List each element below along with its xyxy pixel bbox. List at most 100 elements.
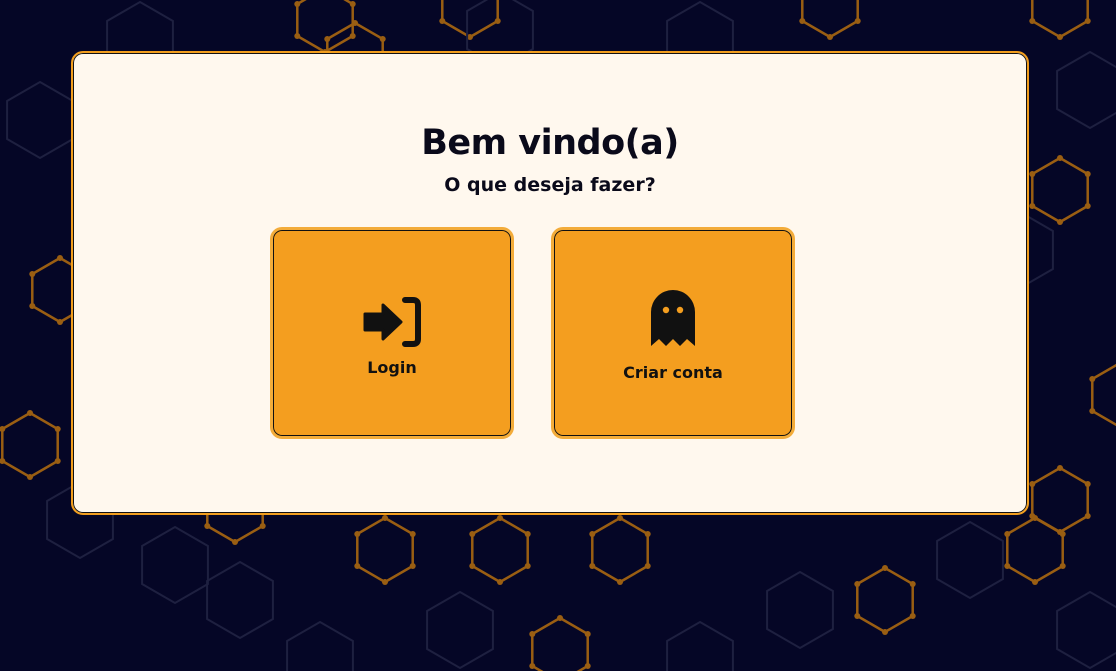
welcome-title: Bem vindo(a) (421, 123, 679, 163)
background-hexagon-node (1032, 515, 1038, 521)
background-hexagon (286, 620, 354, 671)
background-hexagon-node (354, 563, 361, 569)
background-hexagon-node (854, 18, 861, 24)
background-hexagon-node (1032, 579, 1038, 585)
background-hexagon-node (529, 631, 536, 637)
background-hexagon-node (827, 34, 833, 40)
background-hexagon-node (382, 579, 388, 585)
background-hexagon-node (27, 474, 33, 480)
background-hexagon-node (882, 565, 888, 571)
background-hexagon (766, 570, 834, 650)
login-arrow-icon (273, 296, 511, 348)
background-hexagon-node (382, 515, 388, 521)
background-hexagon-node (524, 563, 531, 569)
background-hexagon-node (1084, 513, 1091, 519)
background-hexagon-node (409, 563, 416, 569)
background-hexagon-node (617, 579, 623, 585)
background-hexagon-node (644, 563, 651, 569)
background-hexagon-node (1084, 18, 1091, 24)
background-hexagon (441, 0, 499, 39)
background-hexagon (1056, 50, 1116, 130)
login-label: Login (367, 358, 417, 377)
background-hexagon (1056, 590, 1116, 670)
background-hexagon-node (1084, 481, 1091, 487)
background-hexagon (426, 590, 494, 670)
background-hexagon (666, 620, 734, 671)
create-account-button[interactable]: Criar conta (551, 227, 795, 439)
background-hexagon-node (529, 663, 536, 669)
login-button[interactable]: Login (270, 227, 514, 439)
background-hexagon (1091, 363, 1116, 427)
background-hexagon (1, 411, 59, 479)
background-hexagon-node (409, 531, 416, 537)
background-hexagon-node (29, 303, 36, 309)
background-hexagon-node (204, 523, 211, 529)
background-hexagon-node (54, 458, 61, 464)
background-hexagon-node (1029, 203, 1036, 209)
background-hexagon (296, 0, 354, 54)
background-hexagon-node (57, 255, 63, 261)
background-hexagon-node (909, 613, 916, 619)
background-hexagon-node (1004, 531, 1011, 537)
background-hexagon-node (882, 629, 888, 635)
background-hexagon-node (469, 531, 476, 537)
background-hexagon-node (589, 531, 596, 537)
background-hexagon-node (799, 18, 806, 24)
background-hexagon-node (557, 615, 563, 621)
background-hexagon-node (349, 1, 356, 7)
background-hexagon (591, 516, 649, 584)
background-hexagon-node (524, 531, 531, 537)
background-hexagon-node (1089, 376, 1096, 382)
background-hexagon-node (1029, 18, 1036, 24)
background-hexagon-node (909, 581, 916, 587)
background-hexagon-node (1029, 481, 1036, 487)
background-hexagon (801, 0, 859, 39)
background-hexagon-node (1057, 155, 1063, 161)
background-hexagon-node (354, 531, 361, 537)
background-hexagon (1031, 156, 1089, 224)
background-hexagon-node (1057, 34, 1063, 40)
background-hexagon-node (494, 18, 501, 24)
background-hexagon-node (352, 20, 358, 26)
background-hexagon-node (1057, 219, 1063, 225)
background-hexagon (856, 566, 914, 634)
background-hexagon (206, 560, 274, 640)
background-hexagon-node (1004, 563, 1011, 569)
background-hexagon-node (1059, 563, 1066, 569)
background-hexagon-node (27, 410, 33, 416)
background-hexagon-node (644, 531, 651, 537)
background-hexagon-node (1084, 203, 1091, 209)
background-hexagon (356, 516, 414, 584)
background-hexagon (936, 520, 1004, 600)
background-hexagon (6, 80, 74, 160)
background-hexagon-node (57, 319, 63, 325)
background-hexagon-node (497, 515, 503, 521)
background-hexagon-node (589, 563, 596, 569)
background-hexagon-node (617, 515, 623, 521)
ghost-icon (554, 288, 792, 348)
background-hexagon-node (232, 539, 238, 545)
background-hexagon-node (294, 33, 301, 39)
background-hexagon-node (294, 1, 301, 7)
background-hexagon-node (1059, 531, 1066, 537)
create-account-label: Criar conta (623, 363, 723, 382)
background-hexagon (531, 616, 589, 671)
background-hexagon-node (1029, 171, 1036, 177)
background-hexagon-node (584, 631, 591, 637)
background-hexagon (471, 516, 529, 584)
background-hexagon-node (1084, 171, 1091, 177)
background-hexagon (1031, 0, 1089, 39)
welcome-card: Bem vindo(a) O que deseja fazer? Login C… (71, 51, 1029, 515)
background-hexagon-node (54, 426, 61, 432)
background-hexagon-node (497, 579, 503, 585)
background-hexagon-node (349, 33, 356, 39)
background-hexagon-node (469, 563, 476, 569)
background-hexagon-node (1089, 408, 1096, 414)
welcome-subtitle: O que deseja fazer? (444, 174, 656, 196)
background-hexagon-node (379, 36, 386, 42)
background-hexagon-node (584, 663, 591, 669)
background-hexagon-node (854, 613, 861, 619)
background-hexagon-node (439, 18, 446, 24)
background-hexagon-node (854, 581, 861, 587)
background-hexagon-node (1057, 465, 1063, 471)
